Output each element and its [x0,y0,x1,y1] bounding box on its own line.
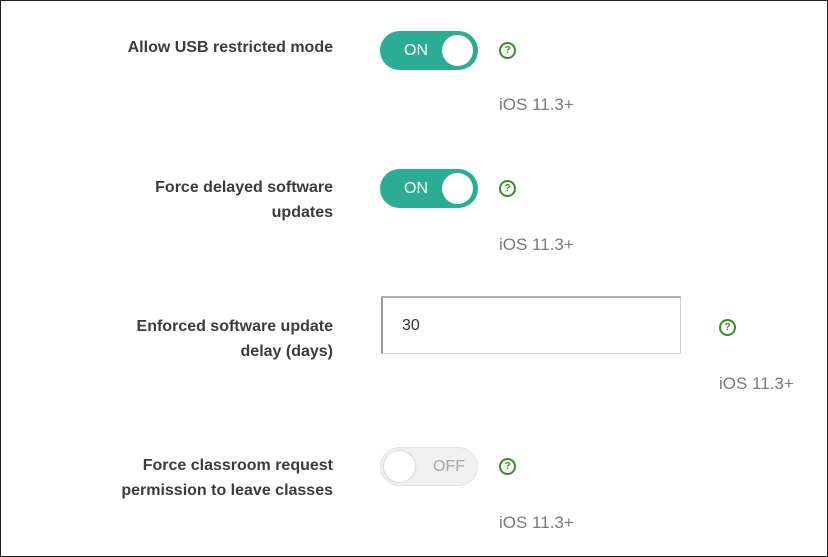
label-line: Force delayed software [155,179,333,196]
force-classroom-request-permission-label: Force classroom request permission to le… [43,453,333,503]
allow-usb-restricted-mode-toggle[interactable]: ON [380,31,478,70]
question-circle-icon[interactable]: ? [719,319,736,336]
toggle-knob [442,35,473,66]
label-line: updates [271,204,333,221]
toggle-knob [442,173,473,204]
label-line: permission to leave classes [121,482,333,499]
label-line: Enforced software update [136,318,333,335]
settings-panel: Allow USB restricted mode ON ? iOS 11.3+… [0,0,828,557]
label-line: delay (days) [240,343,333,360]
label-line: Force classroom request [142,457,333,474]
question-circle-icon[interactable]: ? [499,42,516,59]
allow-usb-restricted-mode-label: Allow USB restricted mode [43,35,333,60]
enforced-software-update-delay-input[interactable] [381,296,681,354]
question-circle-icon[interactable]: ? [499,180,516,197]
version-note: iOS 11.3+ [499,95,574,114]
version-note: iOS 11.3+ [499,235,574,254]
force-classroom-request-permission-toggle[interactable]: OFF [380,447,478,486]
force-delayed-software-updates-toggle[interactable]: ON [380,169,478,208]
question-circle-icon[interactable]: ? [499,458,516,475]
label-line: Allow USB restricted mode [127,39,333,56]
version-note: iOS 11.3+ [499,513,574,532]
toggle-state-text: ON [404,180,428,197]
enforced-software-update-delay-label: Enforced software update delay (days) [43,314,333,364]
toggle-knob [384,451,415,482]
toggle-state-text: ON [404,42,428,59]
version-note: iOS 11.3+ [719,374,794,393]
toggle-state-text: OFF [433,458,465,475]
force-delayed-software-updates-label: Force delayed software updates [43,175,333,225]
